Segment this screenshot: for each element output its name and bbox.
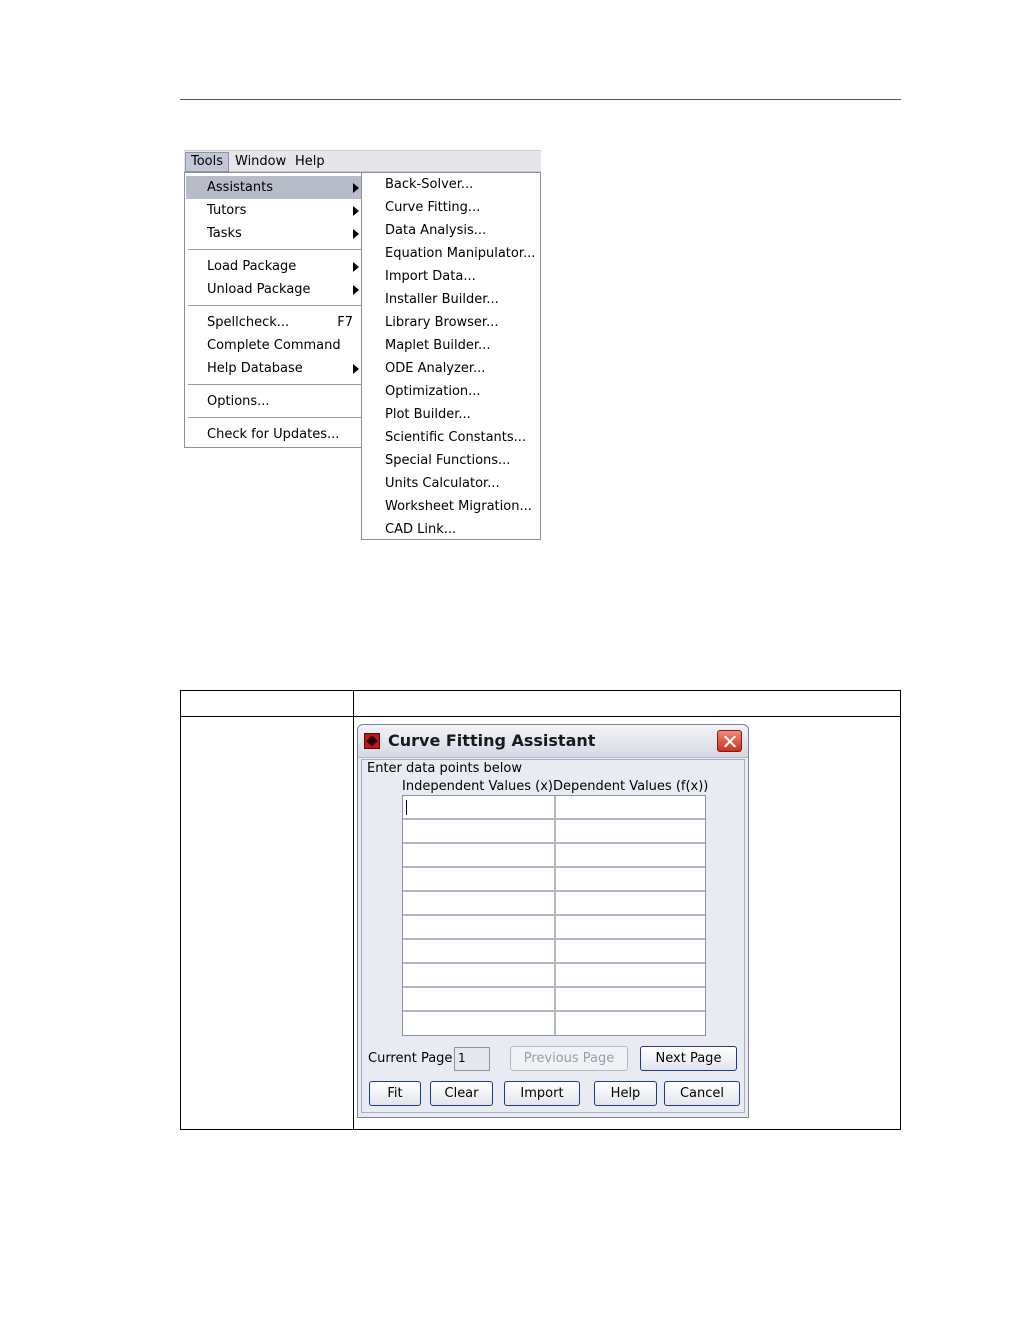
- menu-item-scientific-constants[interactable]: Scientific Constants...: [363, 426, 539, 449]
- grid-row-divider: [403, 842, 705, 844]
- column-header-fx: Dependent Values (f(x)): [553, 779, 709, 794]
- menu-item-ode-analyzer[interactable]: ODE Analyzer...: [363, 357, 539, 380]
- menu-item-special-functions[interactable]: Special Functions...: [363, 449, 539, 472]
- submenu-arrow-icon: [353, 364, 359, 374]
- help-button[interactable]: Help: [594, 1081, 657, 1106]
- menu-item-unload-package[interactable]: Unload Package: [186, 278, 363, 301]
- menu-item-optimization[interactable]: Optimization...: [363, 380, 539, 403]
- menu-item-label: Unload Package: [207, 282, 311, 297]
- menu-item-load-package[interactable]: Load Package: [186, 255, 363, 278]
- grid-row-divider: [403, 818, 705, 820]
- menu-item-import-data[interactable]: Import Data...: [363, 265, 539, 288]
- dialog-title: Curve Fitting Assistant: [388, 731, 596, 750]
- column-header-x: Independent Values (x): [402, 779, 553, 794]
- menu-item-library-browser[interactable]: Library Browser...: [363, 311, 539, 334]
- menu-item-help-database[interactable]: Help Database: [186, 357, 363, 380]
- menu-item-options[interactable]: Options...: [186, 390, 363, 413]
- grid-row-divider: [403, 914, 705, 916]
- menu-item-label: Assistants: [207, 180, 273, 195]
- curve-fitting-dialog: Curve Fitting Assistant Enter data point…: [357, 724, 749, 1118]
- menu-tools[interactable]: Tools: [185, 152, 230, 172]
- menu-item-spellcheck[interactable]: Spellcheck... F7: [186, 311, 363, 334]
- tools-menu: Assistants Tutors Tasks Load Package Unl…: [184, 172, 365, 448]
- menu-item-data-analysis[interactable]: Data Analysis...: [363, 219, 539, 242]
- clear-button[interactable]: Clear: [430, 1081, 493, 1106]
- close-button[interactable]: [717, 730, 742, 752]
- menu-item-back-solver[interactable]: Back-Solver...: [363, 173, 539, 196]
- menu-item-tasks[interactable]: Tasks: [186, 222, 363, 245]
- menu-item-complete-command[interactable]: Complete Command: [186, 334, 363, 357]
- menu-separator: [188, 249, 361, 250]
- text-caret: [406, 800, 407, 815]
- maple-leaf-icon: [364, 733, 380, 749]
- menu-item-installer-builder[interactable]: Installer Builder...: [363, 288, 539, 311]
- grid-row-divider: [403, 938, 705, 940]
- grid-row-divider: [403, 1010, 705, 1012]
- grid-row-divider: [403, 986, 705, 988]
- submenu-arrow-icon: [353, 229, 359, 239]
- menu-item-label: Spellcheck...: [207, 315, 290, 330]
- menu-window[interactable]: Window: [230, 152, 291, 172]
- menu-item-worksheet-migration[interactable]: Worksheet Migration...: [363, 495, 539, 518]
- grid-row-divider: [403, 962, 705, 964]
- table-header-divider: [180, 716, 901, 717]
- header-rule: [180, 99, 901, 100]
- menu-item-maplet-builder[interactable]: Maplet Builder...: [363, 334, 539, 357]
- menu-item-label: Check for Updates...: [207, 427, 340, 442]
- submenu-arrow-icon: [353, 206, 359, 216]
- menu-separator: [188, 305, 361, 306]
- menu-bar: Tools Window Help: [184, 150, 541, 172]
- menu-item-label: Load Package: [207, 259, 297, 274]
- menu-item-curve-fitting[interactable]: Curve Fitting...: [363, 196, 539, 219]
- instructions-label: Enter data points below: [367, 761, 522, 776]
- next-page-button[interactable]: Next Page: [640, 1046, 737, 1071]
- import-button[interactable]: Import: [504, 1081, 580, 1106]
- menu-item-units-calculator[interactable]: Units Calculator...: [363, 472, 539, 495]
- menu-help[interactable]: Help: [290, 152, 330, 172]
- menu-separator: [188, 417, 361, 418]
- menu-item-equation-manipulator[interactable]: Equation Manipulator...: [363, 242, 539, 265]
- content-panel: Enter data points below Independent Valu…: [361, 759, 745, 1113]
- table-column-divider: [353, 690, 354, 1130]
- menu-item-assistants[interactable]: Assistants: [186, 176, 363, 199]
- dialog-titlebar[interactable]: Curve Fitting Assistant: [358, 725, 748, 758]
- menu-item-label: Tasks: [207, 226, 242, 241]
- cancel-button[interactable]: Cancel: [664, 1081, 740, 1106]
- menu-item-plot-builder[interactable]: Plot Builder...: [363, 403, 539, 426]
- menu-item-cad-link[interactable]: CAD Link...: [363, 518, 539, 541]
- submenu-arrow-icon: [353, 285, 359, 295]
- data-points-grid[interactable]: [402, 795, 706, 1036]
- menu-item-label: Complete Command: [207, 338, 341, 353]
- menu-item-label: Help Database: [207, 361, 303, 376]
- assistants-submenu: Back-Solver... Curve Fitting... Data Ana…: [361, 172, 541, 540]
- submenu-arrow-icon: [353, 183, 359, 193]
- menu-separator: [188, 384, 361, 385]
- menu-item-label: Options...: [207, 394, 270, 409]
- grid-row-divider: [403, 890, 705, 892]
- fit-button[interactable]: Fit: [369, 1081, 421, 1106]
- accelerator-label: F7: [337, 315, 353, 330]
- menu-item-label: Tutors: [207, 203, 247, 218]
- submenu-arrow-icon: [353, 262, 359, 272]
- menu-item-tutors[interactable]: Tutors: [186, 199, 363, 222]
- current-page-field[interactable]: 1: [454, 1047, 490, 1071]
- previous-page-button[interactable]: Previous Page: [510, 1046, 628, 1071]
- grid-row-divider: [403, 866, 705, 868]
- menu-item-check-for-updates[interactable]: Check for Updates...: [186, 423, 363, 446]
- current-page-label: Current Page: [368, 1051, 453, 1066]
